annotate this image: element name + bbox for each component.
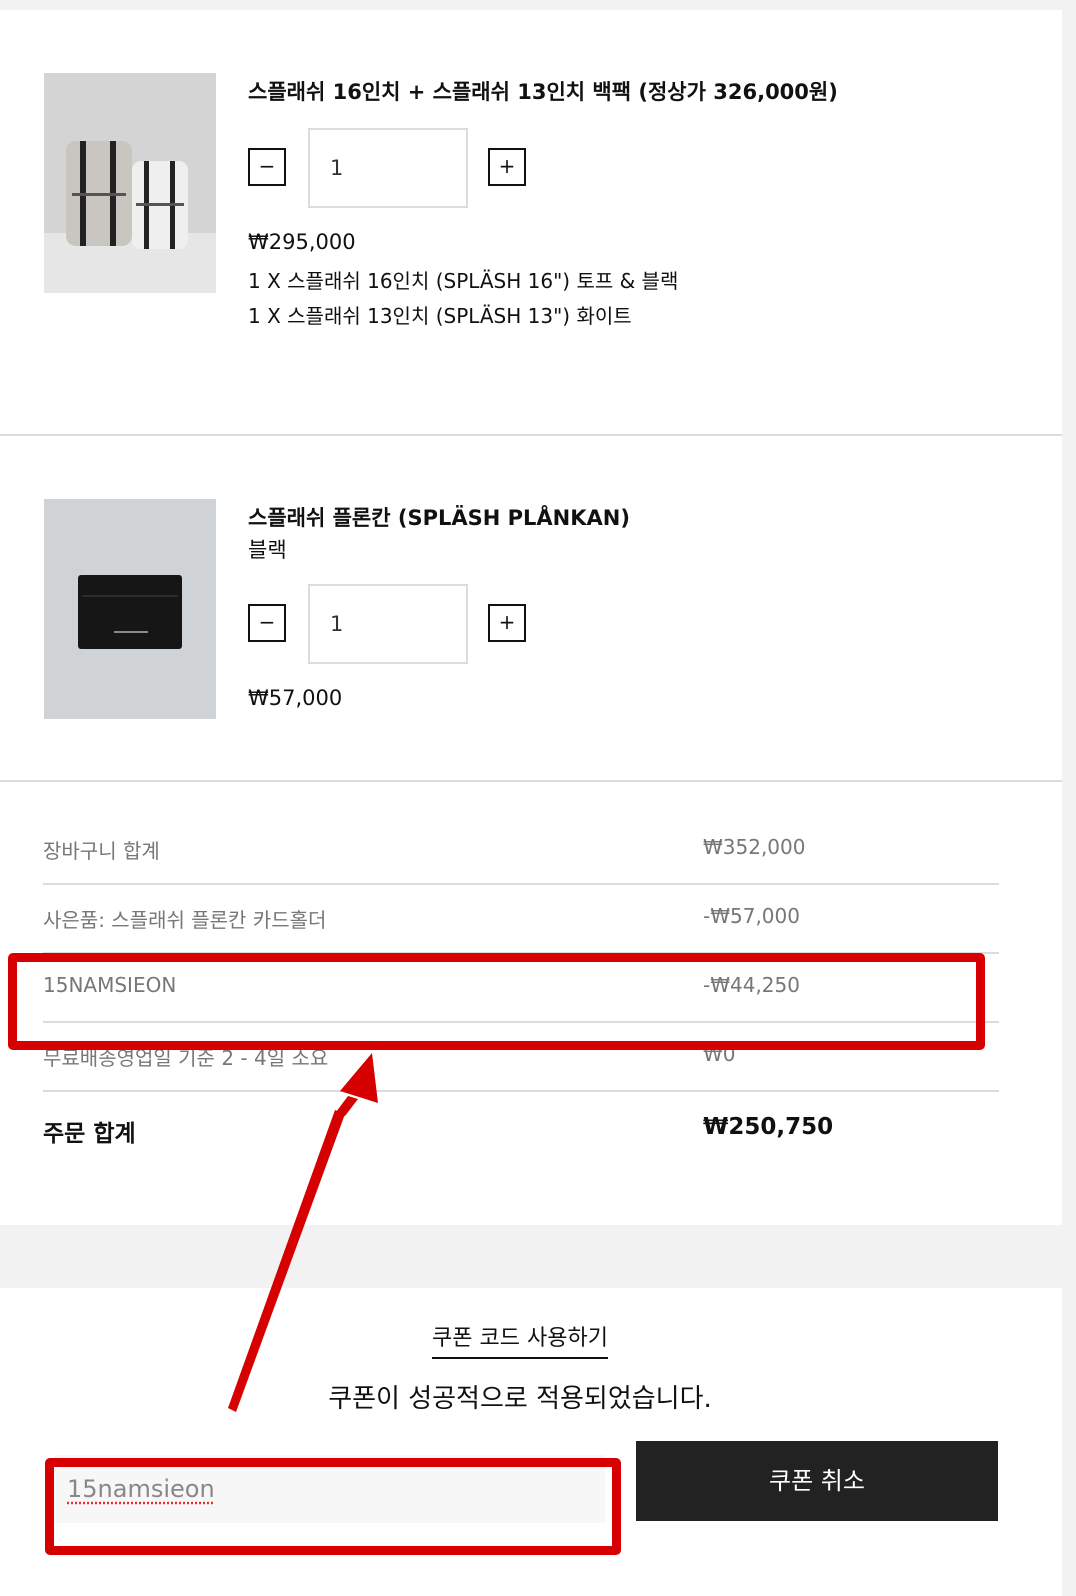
- item-variant: 블랙: [248, 538, 287, 562]
- item-title[interactable]: 스플래쉬 플론칸 (SPLÄSH PLÅNKAN): [248, 502, 630, 532]
- quantity-input[interactable]: 1: [308, 584, 468, 664]
- coupon-success-message: 쿠폰이 성공적으로 적용되었습니다.: [328, 1384, 712, 1414]
- coupon-input-highlight: [45, 1458, 621, 1555]
- summary-row-total: 주문 합계 ₩250,750: [43, 1092, 999, 1162]
- cancel-coupon-button[interactable]: 쿠폰 취소: [636, 1441, 998, 1521]
- summary-label: 장바구니 합계: [43, 839, 160, 863]
- quantity-input[interactable]: 1: [308, 128, 468, 208]
- item-title[interactable]: 스플래쉬 16인치 + 스플래쉬 13인치 백팩 (정상가 326,000원): [248, 76, 838, 106]
- coupon-code-link-wrapper: 쿠폰 코드 사용하기: [0, 1320, 1040, 1359]
- coupon-code-link[interactable]: 쿠폰 코드 사용하기: [432, 1326, 608, 1359]
- summary-value: -₩57,000: [703, 904, 800, 928]
- product-image-backpacks[interactable]: [44, 73, 216, 293]
- quantity-decrease-button[interactable]: −: [248, 148, 286, 186]
- cart-item: 스플래쉬 플론칸 (SPLÄSH PLÅNKAN) 블랙 − 1 + ₩57,0…: [0, 436, 1062, 780]
- divider: [0, 780, 1062, 782]
- cardholder-image: [44, 499, 216, 719]
- product-image-cardholder[interactable]: [44, 499, 216, 719]
- quantity-increase-button[interactable]: +: [488, 148, 526, 186]
- summary-label: 사은품: 스플래쉬 플론칸 카드홀더: [43, 908, 327, 932]
- quantity-increase-button[interactable]: +: [488, 604, 526, 642]
- item-detail: 1 X 스플래쉬 16인치 (SPLÄSH 16") 토프 & 블랙: [248, 269, 679, 293]
- item-price: ₩295,000: [248, 230, 356, 254]
- backpack-image: [44, 73, 216, 293]
- coupon-row-highlight: [8, 953, 985, 1050]
- cart-item: 스플래쉬 16인치 + 스플래쉬 13인치 백팩 (정상가 326,000원) …: [0, 10, 1062, 435]
- item-price: ₩57,000: [248, 686, 343, 710]
- item-detail: 1 X 스플래쉬 13인치 (SPLÄSH 13") 화이트: [248, 304, 632, 328]
- summary-value: ₩352,000: [703, 835, 806, 859]
- quantity-decrease-button[interactable]: −: [248, 604, 286, 642]
- summary-row-subtotal: 장바구니 합계 ₩352,000: [43, 813, 999, 885]
- summary-value: ₩250,750: [703, 1114, 834, 1140]
- summary-label: 주문 합계: [43, 1121, 136, 1147]
- summary-row-gift: 사은품: 스플래쉬 플론칸 카드홀더 -₩57,000: [43, 882, 999, 954]
